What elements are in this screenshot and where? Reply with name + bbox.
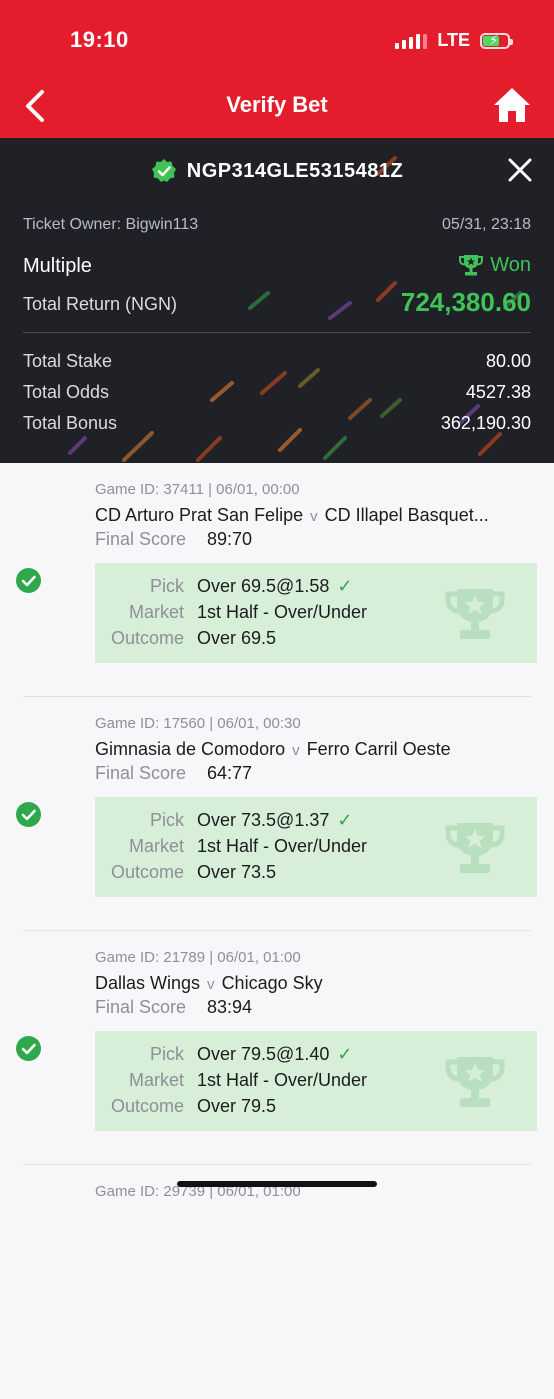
final-score-label: Final Score <box>95 529 187 549</box>
pick-value: Over 69.5@1.58 ✓ <box>197 576 353 596</box>
versus-label: v <box>310 508 318 525</box>
ticket-id-row: NGP314GLE5315481Z <box>0 156 554 186</box>
outcome-value: Over 73.5 <box>197 862 277 882</box>
home-indicator[interactable] <box>177 1181 377 1187</box>
signal-icon <box>395 33 428 49</box>
trophy-watermark-icon <box>445 1057 505 1107</box>
match-teams: Gimnasia de Comodoro v Ferro Carril Oest… <box>95 739 535 760</box>
outcome-label: Outcome <box>110 628 184 648</box>
game-meta: Game ID: 37411 | 06/01, 00:00 <box>95 481 300 498</box>
total-odds-value: 4527.38 <box>465 382 531 402</box>
bet-type: Multiple <box>23 255 92 277</box>
total-bonus-value: 362,190.30 <box>440 413 531 433</box>
final-score: 64:77 <box>207 763 253 783</box>
total-stake-value: 80.00 <box>485 351 531 371</box>
home-team: Gimnasia de Comodoro <box>95 739 286 759</box>
market-label: Market <box>128 602 184 622</box>
ticket-id: NGP314GLE5315481Z <box>186 159 404 182</box>
status-indicators: LTE ⚡ <box>395 30 513 51</box>
final-score: 89:70 <box>207 529 253 549</box>
market-value: 1st Half - Over/Under <box>197 836 368 856</box>
check-icon: ✓ <box>337 576 353 596</box>
selection-item[interactable]: Game ID: 21789 | 06/01, 01:00 Dallas Win… <box>0 931 554 1165</box>
check-circle-icon <box>16 1036 41 1061</box>
game-meta: Game ID: 21789 | 06/01, 01:00 <box>95 949 301 966</box>
divider <box>23 332 531 333</box>
status-time: 19:10 <box>70 27 129 52</box>
home-icon[interactable] <box>492 86 532 124</box>
game-meta: Game ID: 17560 | 06/01, 00:30 <box>95 715 301 732</box>
pick-label: Pick <box>149 576 184 596</box>
selection-detail-box: Pick Over 73.5@1.37 ✓ Market 1st Half - O… <box>95 797 537 897</box>
battery-charging-icon: ⚡ <box>480 32 513 49</box>
total-bonus-label: Total Bonus <box>23 413 118 433</box>
pick-label: Pick <box>149 1044 184 1064</box>
network-label: LTE <box>437 30 470 50</box>
check-icon: ✓ <box>337 1044 353 1064</box>
final-score: 83:94 <box>207 997 253 1017</box>
ticket-date: 05/31, 23:18 <box>442 216 531 233</box>
check-circle-icon <box>16 802 41 827</box>
outcome-label: Outcome <box>110 1096 184 1116</box>
away-team: Chicago Sky <box>221 973 323 993</box>
final-score-label: Final Score <box>95 997 187 1017</box>
market-value: 1st Half - Over/Under <box>197 602 368 622</box>
selection-item[interactable]: Game ID: 29739 | 06/01, 01:00 <box>0 1165 554 1399</box>
status-badge: Won <box>458 253 531 277</box>
close-icon[interactable] <box>506 156 534 184</box>
away-team: Ferro Carril Oeste <box>306 739 451 759</box>
outcome-value: Over 79.5 <box>197 1096 277 1116</box>
market-label: Market <box>128 836 184 856</box>
match-teams: Dallas Wings v Chicago Sky <box>95 973 535 994</box>
verified-badge-icon <box>151 159 176 182</box>
check-icon: ✓ <box>337 810 353 830</box>
total-return-label: Total Return (NGN) <box>23 294 178 314</box>
check-circle-icon <box>16 568 41 593</box>
away-team: CD Illapel Basquet... <box>324 505 489 525</box>
total-return-value: 724,380.60 <box>400 287 531 317</box>
page-title: Verify Bet <box>226 92 328 117</box>
pick-value: Over 79.5@1.40 ✓ <box>197 1044 353 1064</box>
pick-label: Pick <box>149 810 184 830</box>
market-value: 1st Half - Over/Under <box>197 1070 368 1090</box>
outcome-label: Outcome <box>110 862 184 882</box>
trophy-icon <box>459 255 484 276</box>
outcome-value: Over 69.5 <box>197 628 277 648</box>
status-text: Won <box>490 253 531 276</box>
trophy-watermark-icon <box>445 589 505 639</box>
app-header: 19:10 LTE ⚡ Verify Bet <box>0 0 554 138</box>
pick-value: Over 73.5@1.37 ✓ <box>197 810 353 830</box>
ticket-summary: NGP314GLE5315481Z Ticket Owner: Bigwin11… <box>0 138 554 463</box>
trophy-watermark-icon <box>445 823 505 873</box>
ticket-owner: Ticket Owner: Bigwin113 <box>23 216 199 233</box>
selection-item[interactable]: Game ID: 17560 | 06/01, 00:30 Gimnasia d… <box>0 697 554 931</box>
home-team: CD Arturo Prat San Felipe <box>95 505 304 525</box>
versus-label: v <box>207 976 215 993</box>
total-stake-label: Total Stake <box>23 351 113 371</box>
selection-detail-box: Pick Over 79.5@1.40 ✓ Market 1st Half - O… <box>95 1031 537 1131</box>
selection-item[interactable]: Game ID: 37411 | 06/01, 00:00 CD Arturo … <box>0 463 554 697</box>
selection-detail-box: Pick Over 69.5@1.58 ✓ Market 1st Half - O… <box>95 563 537 663</box>
final-score-label: Final Score <box>95 763 187 783</box>
market-label: Market <box>128 1070 184 1090</box>
total-odds-label: Total Odds <box>23 382 110 402</box>
match-teams: CD Arturo Prat San Felipe v CD Illapel B… <box>95 505 535 526</box>
home-team: Dallas Wings <box>95 973 201 993</box>
versus-label: v <box>292 742 300 759</box>
